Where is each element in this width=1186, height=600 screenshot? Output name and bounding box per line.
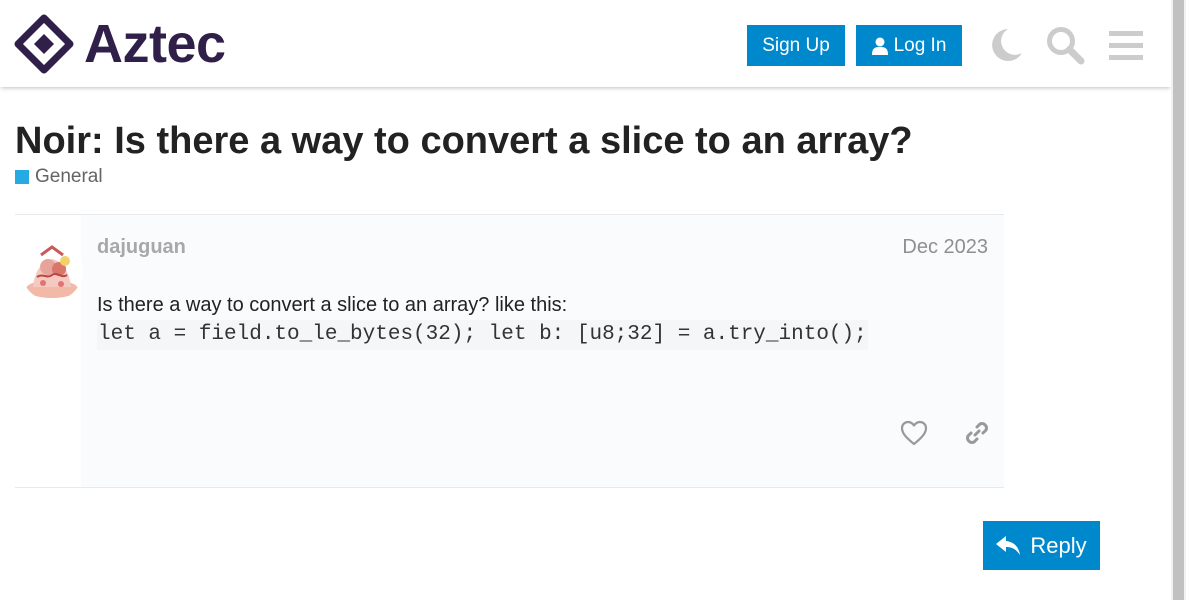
- scrollbar-thumb[interactable]: [1173, 0, 1184, 600]
- category-badge[interactable]: General: [15, 166, 103, 188]
- search-button[interactable]: [1043, 23, 1087, 67]
- site-logo[interactable]: Aztec: [14, 14, 226, 74]
- sign-up-button[interactable]: Sign Up: [747, 25, 845, 66]
- post-text: Is there a way to convert a slice to an …: [97, 294, 568, 316]
- dark-mode-toggle[interactable]: [982, 23, 1026, 67]
- log-in-label: Log In: [893, 34, 947, 56]
- topic-post: dajuguan Dec 2023 Is there a way to conv…: [15, 214, 1004, 488]
- user-icon: [871, 37, 888, 55]
- aztec-logo-icon: [14, 14, 74, 74]
- reply-button[interactable]: Reply: [983, 521, 1100, 570]
- hamburger-menu-button[interactable]: [1104, 23, 1148, 67]
- moon-icon: [992, 29, 1022, 61]
- log-in-button[interactable]: Log In: [856, 25, 962, 66]
- category-label: General: [35, 166, 103, 187]
- logo-text: Aztec: [84, 14, 226, 74]
- page-scrollbar[interactable]: [1171, 0, 1186, 600]
- like-button[interactable]: [896, 415, 932, 451]
- link-icon: [966, 422, 988, 444]
- category-color-swatch: [15, 170, 29, 184]
- avatar[interactable]: [21, 239, 83, 301]
- site-header: Aztec Sign Up Log In: [0, 0, 1171, 87]
- post-username[interactable]: dajuguan: [97, 236, 186, 259]
- post-body: [81, 215, 1004, 487]
- post-code: let a = field.to_le_bytes(32); let b: [u…: [97, 320, 868, 350]
- search-icon: [1047, 27, 1085, 65]
- heart-icon: [900, 420, 928, 446]
- topic-title[interactable]: Noir: Is there a way to convert a slice …: [15, 118, 913, 164]
- reply-label: Reply: [1030, 532, 1087, 558]
- post-date[interactable]: Dec 2023: [902, 236, 988, 259]
- reply-icon: [996, 535, 1021, 556]
- share-link-button[interactable]: [959, 415, 995, 451]
- hamburger-menu-icon: [1109, 31, 1143, 60]
